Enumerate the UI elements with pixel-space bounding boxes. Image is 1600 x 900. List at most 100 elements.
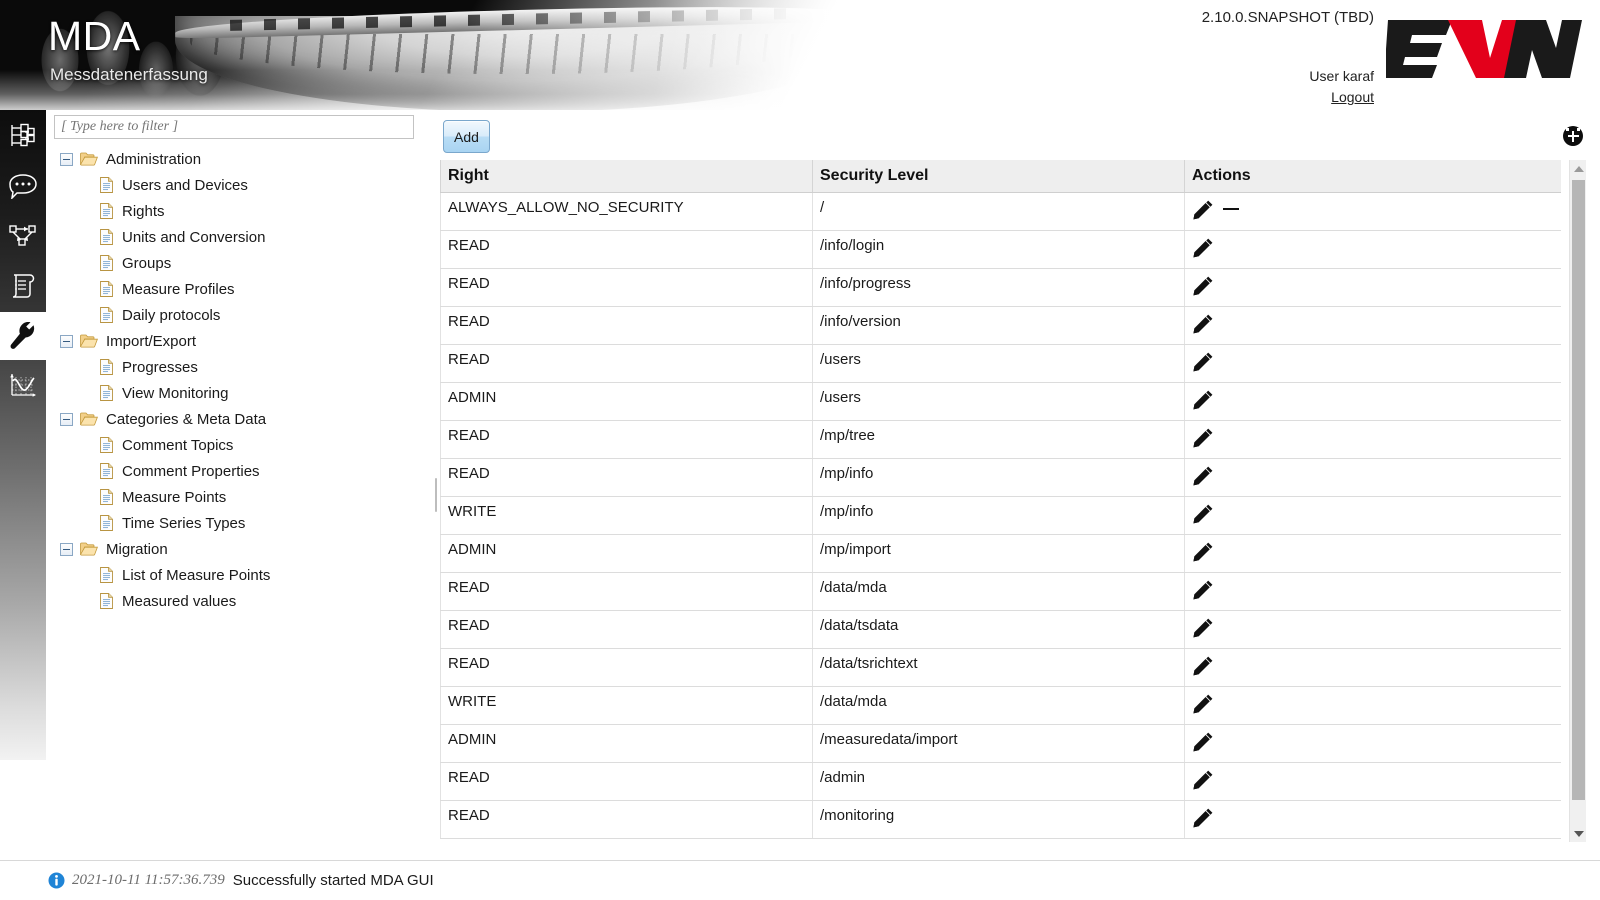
- edit-icon[interactable]: [1192, 237, 1214, 259]
- table-row[interactable]: READ/data/tsdata: [440, 610, 1561, 649]
- table-row[interactable]: READ/mp/info: [440, 458, 1561, 497]
- cell-security-level: /measuredata/import: [812, 724, 1185, 763]
- rail-button-protocols[interactable]: [0, 262, 46, 310]
- table-row[interactable]: ADMIN/mp/import: [440, 534, 1561, 573]
- table-row[interactable]: READ/users: [440, 344, 1561, 383]
- tree-item-rights[interactable]: Rights: [54, 198, 426, 224]
- edit-icon[interactable]: [1192, 351, 1214, 373]
- edit-icon[interactable]: [1192, 199, 1214, 221]
- tree-expander-icon[interactable]: [60, 152, 73, 166]
- edit-icon[interactable]: [1192, 579, 1214, 601]
- cell-security-level: /users: [812, 382, 1185, 421]
- tree-item-comment-properties[interactable]: Comment Properties: [54, 458, 426, 484]
- table-row[interactable]: WRITE/mp/info: [440, 496, 1561, 535]
- rail-button-graph[interactable]: [0, 212, 46, 260]
- tree-item-label: Groups: [122, 254, 172, 272]
- table-row[interactable]: READ/info/version: [440, 306, 1561, 345]
- document-icon: [100, 515, 113, 531]
- table-vertical-scrollbar[interactable]: [1563, 126, 1587, 842]
- edit-icon[interactable]: [1192, 769, 1214, 791]
- hierarchy-tree-icon: [11, 123, 35, 147]
- edit-icon[interactable]: [1192, 693, 1214, 715]
- edit-icon[interactable]: [1192, 275, 1214, 297]
- edit-icon[interactable]: [1192, 389, 1214, 411]
- table-row[interactable]: READ/info/login: [440, 230, 1561, 269]
- cell-actions: [1184, 344, 1561, 383]
- table-row[interactable]: READ/info/progress: [440, 268, 1561, 307]
- table-row[interactable]: READ/data/tsrichtext: [440, 648, 1561, 687]
- table-row[interactable]: WRITE/data/mda: [440, 686, 1561, 725]
- table-row[interactable]: READ/admin: [440, 762, 1561, 801]
- tree-item-label: Categories & Meta Data: [106, 410, 267, 428]
- tree-item-units-and-conversion[interactable]: Units and Conversion: [54, 224, 426, 250]
- cell-security-level: /mp/info: [812, 496, 1185, 535]
- tree-item-label: Measure Points: [122, 488, 227, 506]
- edit-icon[interactable]: [1192, 465, 1214, 487]
- cell-actions: [1184, 800, 1561, 839]
- edit-icon[interactable]: [1192, 807, 1214, 829]
- cell-security-level: /data/tsrichtext: [812, 648, 1185, 687]
- tree-expander-icon[interactable]: [60, 334, 73, 348]
- rail-button-comments[interactable]: [0, 162, 46, 210]
- logout-link[interactable]: Logout: [1331, 89, 1374, 105]
- tree-item-view-monitoring[interactable]: View Monitoring: [54, 380, 426, 406]
- tree-item-migration[interactable]: Migration: [54, 536, 426, 562]
- folder-open-icon: [80, 542, 98, 556]
- tree-filter-input[interactable]: [54, 115, 414, 139]
- column-header-right[interactable]: Right: [440, 160, 813, 193]
- version-label: 2.10.0.SNAPSHOT (TBD): [1201, 9, 1374, 26]
- table-row[interactable]: ALWAYS_ALLOW_NO_SECURITY /: [440, 192, 1561, 231]
- edit-icon[interactable]: [1192, 313, 1214, 335]
- cell-security-level: /monitoring: [812, 800, 1185, 839]
- edit-icon[interactable]: [1192, 731, 1214, 753]
- tree-item-import-export[interactable]: Import/Export: [54, 328, 426, 354]
- tree-item-comment-topics[interactable]: Comment Topics: [54, 432, 426, 458]
- table-row[interactable]: ADMIN/measuredata/import: [440, 724, 1561, 763]
- tree-expander-icon[interactable]: [60, 412, 73, 426]
- tree-item-label: Measured values: [122, 592, 237, 610]
- tree-item-daily-protocols[interactable]: Daily protocols: [54, 302, 426, 328]
- column-header-security-level[interactable]: Security Level: [812, 160, 1185, 193]
- table-body: ALWAYS_ALLOW_NO_SECURITY / READ/info/login…: [440, 192, 1561, 839]
- rail-button-charts[interactable]: [0, 362, 46, 410]
- tree-item-list-of-measure-points[interactable]: List of Measure Points: [54, 562, 426, 588]
- tree-item-administration[interactable]: Administration: [54, 146, 426, 172]
- app-header: MDA Messdatenerfassung 2.10.0.SNAPSHOT (…: [0, 0, 1600, 110]
- rail-button-hierarchy[interactable]: [0, 112, 46, 160]
- rail-button-administration[interactable]: [0, 312, 46, 360]
- status-timestamp: 2021-10-11 11:57:36.739: [72, 872, 225, 888]
- edit-icon[interactable]: [1192, 541, 1214, 563]
- edit-icon[interactable]: [1192, 617, 1214, 639]
- cell-security-level: /info/version: [812, 306, 1185, 345]
- add-circle-icon[interactable]: [1563, 126, 1583, 146]
- header-banner-image: [0, 0, 1075, 110]
- tree-item-measure-profiles[interactable]: Measure Profiles: [54, 276, 426, 302]
- tree-item-label: Daily protocols: [122, 306, 221, 324]
- tree-item-categories-meta-data[interactable]: Categories & Meta Data: [54, 406, 426, 432]
- scrollbar-thumb[interactable]: [1572, 180, 1585, 800]
- tree-item-groups[interactable]: Groups: [54, 250, 426, 276]
- cell-right: WRITE: [440, 496, 813, 535]
- table-row[interactable]: READ/monitoring: [440, 800, 1561, 839]
- add-button[interactable]: Add: [443, 120, 490, 153]
- edit-icon[interactable]: [1192, 655, 1214, 677]
- remove-icon[interactable]: [1223, 207, 1239, 210]
- table-row[interactable]: READ/mp/tree: [440, 420, 1561, 459]
- tree-item-measured-values[interactable]: Measured values: [54, 588, 426, 614]
- edit-icon[interactable]: [1192, 503, 1214, 525]
- column-header-actions[interactable]: Actions: [1184, 160, 1561, 193]
- panel-splitter-grip[interactable]: [435, 478, 437, 512]
- tree-item-measure-points[interactable]: Measure Points: [54, 484, 426, 510]
- tree-item-label: Time Series Types: [122, 514, 246, 532]
- tree-item-time-series-types[interactable]: Time Series Types: [54, 510, 426, 536]
- tree-expander-icon[interactable]: [60, 542, 73, 556]
- tree-item-progresses[interactable]: Progresses: [54, 354, 426, 380]
- edit-icon[interactable]: [1192, 427, 1214, 449]
- tree-item-users-and-devices[interactable]: Users and Devices: [54, 172, 426, 198]
- scroll-down-arrow[interactable]: [1570, 825, 1587, 842]
- scroll-up-arrow[interactable]: [1570, 160, 1587, 177]
- content-area: Add Right Security Level Actions ALWAYS_…: [438, 110, 1600, 850]
- table-row[interactable]: ADMIN/users: [440, 382, 1561, 421]
- table-row[interactable]: READ/data/mda: [440, 572, 1561, 611]
- cell-actions: [1184, 496, 1561, 535]
